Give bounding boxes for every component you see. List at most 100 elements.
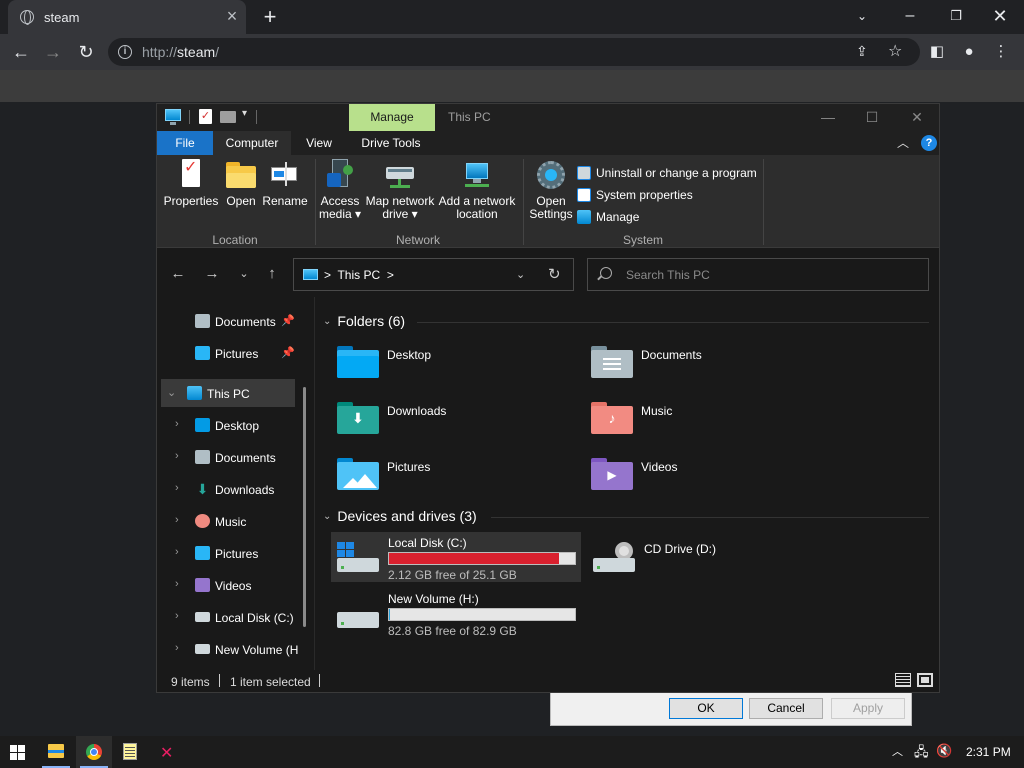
- search-input[interactable]: Search This PC: [587, 258, 929, 291]
- chrome-taskbar-icon[interactable]: [76, 736, 112, 768]
- drive-cd-d[interactable]: CD Drive (D:): [587, 532, 787, 582]
- share-icon[interactable]: ⇪: [856, 43, 868, 60]
- minimize-button[interactable]: –: [896, 4, 924, 28]
- sidebar-item-documents[interactable]: › Documents: [157, 443, 307, 471]
- chevron-right-icon[interactable]: ›: [175, 514, 179, 526]
- properties-quick-access-icon[interactable]: ✓: [199, 109, 212, 124]
- sidebar-item-pictures[interactable]: › Pictures: [157, 539, 307, 567]
- sidebar-item-this-pc[interactable]: ⌄ This PC: [161, 379, 295, 407]
- sidebar-item-quick-documents[interactable]: Documents 📌: [157, 307, 307, 335]
- tab-manage[interactable]: Manage: [349, 104, 435, 131]
- cancel-button[interactable]: Cancel: [749, 698, 823, 719]
- system-properties-button[interactable]: System properties: [577, 185, 693, 205]
- side-panel-icon[interactable]: ◧: [924, 39, 950, 65]
- chevron-right-icon[interactable]: ›: [175, 578, 179, 590]
- open-settings-button[interactable]: Open Settings: [525, 159, 577, 221]
- info-icon[interactable]: i: [118, 45, 132, 59]
- pane-splitter[interactable]: [314, 297, 315, 670]
- ok-button[interactable]: OK: [669, 698, 743, 719]
- address-bar[interactable]: i http://steam/ ⇪ ☆: [108, 38, 920, 66]
- chevron-right-icon[interactable]: ›: [175, 450, 179, 462]
- customize-quick-access-icon[interactable]: ▾: [242, 108, 247, 119]
- minimize-button[interactable]: —: [813, 107, 843, 127]
- maximize-button[interactable]: ☐: [857, 107, 887, 127]
- section-folders-header[interactable]: ⌄ Folders (6): [323, 313, 405, 329]
- url-text[interactable]: http://steam/: [142, 44, 219, 60]
- folder-documents[interactable]: Documents: [591, 342, 821, 388]
- sidebar-item-desktop[interactable]: › Desktop: [157, 411, 307, 439]
- browser-tab[interactable]: steam ×: [8, 0, 246, 34]
- chevron-up-icon[interactable]: ︿: [892, 743, 903, 759]
- details-view-icon[interactable]: [895, 673, 911, 687]
- chevron-down-icon[interactable]: ⌄: [516, 268, 525, 281]
- sidebar-item-new-volume[interactable]: › New Volume (H: [157, 635, 307, 663]
- bookmark-star-icon[interactable]: ☆: [888, 41, 902, 61]
- scrollbar[interactable]: [303, 387, 306, 627]
- rename-button[interactable]: Rename: [261, 159, 309, 208]
- chevron-right-icon[interactable]: ›: [175, 546, 179, 558]
- chevron-down-icon[interactable]: ⌄: [167, 386, 176, 399]
- tab-drive-tools[interactable]: Drive Tools: [353, 131, 429, 155]
- sidebar-item-local-disk[interactable]: › Local Disk (C:): [157, 603, 307, 631]
- windows-start-icon[interactable]: [10, 745, 26, 761]
- folder-downloads[interactable]: ⬇ Downloads: [337, 398, 567, 444]
- manage-button[interactable]: Manage: [577, 207, 639, 227]
- new-folder-quick-access-icon[interactable]: [220, 111, 236, 123]
- reload-button[interactable]: ↻: [73, 39, 99, 65]
- notepad-taskbar-icon[interactable]: [112, 736, 148, 768]
- drive-new-volume-h[interactable]: New Volume (H:) 82.8 GB free of 82.9 GB: [331, 588, 581, 638]
- uninstall-program-button[interactable]: Uninstall or change a program: [577, 163, 757, 183]
- new-tab-button[interactable]: +: [258, 5, 282, 29]
- refresh-icon[interactable]: ↻: [548, 265, 561, 283]
- tab-computer[interactable]: Computer: [213, 131, 291, 155]
- network-drive-icon: [384, 159, 416, 191]
- close-icon[interactable]: ×: [222, 6, 242, 26]
- chevron-right-icon[interactable]: ›: [175, 610, 179, 622]
- chevron-down-icon[interactable]: ⌄: [848, 4, 876, 28]
- close-window-button[interactable]: ✕: [986, 4, 1014, 28]
- sidebar-item-videos[interactable]: › Videos: [157, 571, 307, 599]
- volume-muted-icon[interactable]: 🔇: [936, 743, 952, 759]
- drive-usage-fill: [389, 553, 560, 564]
- folder-pictures[interactable]: Pictures: [337, 454, 567, 500]
- network-icon[interactable]: 🖧: [914, 743, 929, 765]
- close-window-button[interactable]: ✕: [902, 107, 932, 127]
- back-button[interactable]: ←: [8, 39, 34, 65]
- chevron-right-icon[interactable]: ›: [175, 418, 179, 430]
- file-explorer-taskbar-icon[interactable]: [38, 736, 74, 768]
- breadcrumb[interactable]: > This PC >: [324, 268, 394, 282]
- tab-file[interactable]: File: [157, 131, 213, 155]
- up-button[interactable]: ↑: [261, 263, 283, 285]
- large-icons-view-icon[interactable]: [917, 673, 933, 687]
- restore-button[interactable]: ❐: [942, 4, 970, 28]
- recent-locations-button[interactable]: ⌄: [233, 263, 255, 285]
- forward-button[interactable]: →: [201, 263, 223, 285]
- tool-taskbar-icon[interactable]: ✕: [150, 736, 186, 768]
- properties-button[interactable]: ✓ Properties: [163, 159, 219, 208]
- pin-icon: 📌: [281, 315, 295, 327]
- add-network-location-button[interactable]: Add a network location: [437, 159, 517, 221]
- clock[interactable]: 2:31 PM: [966, 745, 1011, 759]
- chevron-right-icon[interactable]: ›: [175, 642, 179, 654]
- section-drives-header[interactable]: ⌄ Devices and drives (3): [323, 508, 477, 524]
- back-button[interactable]: ←: [167, 263, 189, 285]
- profile-icon[interactable]: ●: [956, 39, 982, 65]
- folder-videos[interactable]: ▶ Videos: [591, 454, 821, 500]
- address-field[interactable]: > This PC > ⌄ ↻: [293, 258, 574, 291]
- map-network-drive-button[interactable]: Map network drive ▾: [363, 159, 437, 221]
- open-button[interactable]: Open: [221, 159, 261, 208]
- folder-music[interactable]: ♪ Music: [591, 398, 821, 444]
- sidebar-item-music[interactable]: › Music: [157, 507, 307, 535]
- chevron-up-icon[interactable]: ︿: [897, 134, 909, 151]
- sidebar-item-quick-pictures[interactable]: Pictures 📌: [157, 339, 307, 367]
- help-icon[interactable]: ?: [921, 135, 937, 151]
- apply-button[interactable]: Apply: [831, 698, 905, 719]
- drive-local-disk-c[interactable]: Local Disk (C:) 2.12 GB free of 25.1 GB: [331, 532, 581, 582]
- tab-view[interactable]: View: [297, 131, 341, 155]
- access-media-button[interactable]: Access media ▾: [317, 159, 363, 221]
- sidebar-item-downloads[interactable]: › ⬇ Downloads: [157, 475, 307, 503]
- folder-desktop[interactable]: Desktop: [337, 342, 567, 388]
- forward-button[interactable]: →: [40, 39, 66, 65]
- menu-icon[interactable]: ⋮: [988, 39, 1014, 65]
- chevron-right-icon[interactable]: ›: [175, 482, 179, 494]
